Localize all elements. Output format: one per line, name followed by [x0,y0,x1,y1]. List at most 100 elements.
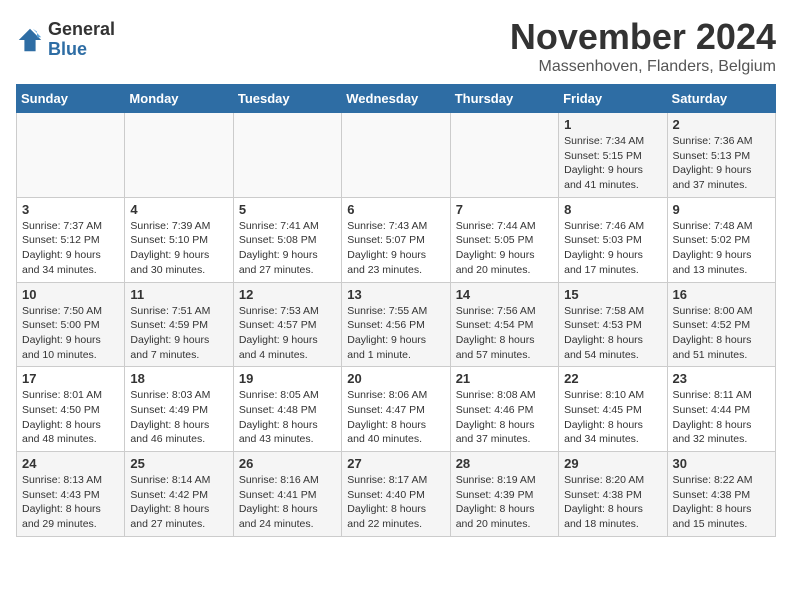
day-info: Sunrise: 8:13 AM Sunset: 4:43 PM Dayligh… [22,473,119,532]
day-info: Sunrise: 8:14 AM Sunset: 4:42 PM Dayligh… [130,473,227,532]
day-number: 4 [130,202,227,217]
day-info: Sunrise: 7:53 AM Sunset: 4:57 PM Dayligh… [239,304,336,363]
weekday-header-cell: Wednesday [342,85,450,113]
calendar-day-cell: 16Sunrise: 8:00 AM Sunset: 4:52 PM Dayli… [667,282,775,367]
calendar-day-cell: 13 Sunrise: 7:55 AM Sunset: 4:56 PM Dayli… [342,282,450,367]
day-number: 13 [347,287,444,302]
calendar-day-cell: 25 Sunrise: 8:14 AM Sunset: 4:42 PM Dayli… [125,452,233,537]
day-info: Sunrise: 8:11 AM Sunset: 4:44 PM Dayligh… [673,388,770,447]
weekday-header-cell: Tuesday [233,85,341,113]
day-info: Sunrise: 7:46 AM Sunset: 5:03 PM Dayligh… [564,219,661,278]
calendar-week-row: 1 Sunrise: 7:34 AM Sunset: 5:15 PM Daylig… [17,113,776,198]
calendar-day-cell: 2Sunrise: 7:36 AM Sunset: 5:13 PM Daylig… [667,113,775,198]
calendar-day-cell: 4Sunrise: 7:39 AM Sunset: 5:10 PM Daylig… [125,197,233,282]
weekday-header-cell: Thursday [450,85,558,113]
day-number: 23 [673,371,770,386]
calendar-day-cell: 21 Sunrise: 8:08 AM Sunset: 4:46 PM Dayli… [450,367,558,452]
day-info: Sunrise: 8:16 AM Sunset: 4:41 PM Dayligh… [239,473,336,532]
day-number: 27 [347,456,444,471]
calendar-day-cell [17,113,125,198]
weekday-header-row: SundayMondayTuesdayWednesdayThursdayFrid… [17,85,776,113]
day-info: Sunrise: 8:00 AM Sunset: 4:52 PM Dayligh… [673,304,770,363]
calendar-day-cell: 29Sunrise: 8:20 AM Sunset: 4:38 PM Dayli… [559,452,667,537]
title-section: November 2024 Massenhoven, Flanders, Bel… [510,16,776,76]
day-number: 26 [239,456,336,471]
calendar-day-cell: 23 Sunrise: 8:11 AM Sunset: 4:44 PM Dayli… [667,367,775,452]
day-number: 15 [564,287,661,302]
day-number: 2 [673,117,770,132]
calendar-day-cell: 14Sunrise: 7:56 AM Sunset: 4:54 PM Dayli… [450,282,558,367]
day-number: 5 [239,202,336,217]
day-info: Sunrise: 7:44 AM Sunset: 5:05 PM Dayligh… [456,219,553,278]
calendar-day-cell: 11Sunrise: 7:51 AM Sunset: 4:59 PM Dayli… [125,282,233,367]
day-info: Sunrise: 7:37 AM Sunset: 5:12 PM Dayligh… [22,219,119,278]
day-number: 3 [22,202,119,217]
day-info: Sunrise: 7:50 AM Sunset: 5:00 PM Dayligh… [22,304,119,363]
day-info: Sunrise: 8:19 AM Sunset: 4:39 PM Dayligh… [456,473,553,532]
day-info: Sunrise: 7:58 AM Sunset: 4:53 PM Dayligh… [564,304,661,363]
calendar-day-cell: 19 Sunrise: 8:05 AM Sunset: 4:48 PM Dayli… [233,367,341,452]
logo: General Blue [16,20,115,60]
weekday-header-cell: Friday [559,85,667,113]
day-number: 29 [564,456,661,471]
calendar-week-row: 10 Sunrise: 7:50 AM Sunset: 5:00 PM Dayli… [17,282,776,367]
day-number: 28 [456,456,553,471]
calendar-day-cell: 20 Sunrise: 8:06 AM Sunset: 4:47 PM Dayli… [342,367,450,452]
logo-text: General Blue [48,20,115,60]
day-info: Sunrise: 7:43 AM Sunset: 5:07 PM Dayligh… [347,219,444,278]
calendar-day-cell: 26 Sunrise: 8:16 AM Sunset: 4:41 PM Dayli… [233,452,341,537]
calendar-day-cell: 24Sunrise: 8:13 AM Sunset: 4:43 PM Dayli… [17,452,125,537]
day-number: 7 [456,202,553,217]
day-info: Sunrise: 7:34 AM Sunset: 5:15 PM Dayligh… [564,134,661,193]
day-info: Sunrise: 8:10 AM Sunset: 4:45 PM Dayligh… [564,388,661,447]
calendar-day-cell: 7 Sunrise: 7:44 AM Sunset: 5:05 PM Daylig… [450,197,558,282]
calendar-table: SundayMondayTuesdayWednesdayThursdayFrid… [16,84,776,537]
calendar-day-cell [342,113,450,198]
day-number: 19 [239,371,336,386]
logo-icon [16,26,44,54]
day-number: 25 [130,456,227,471]
calendar-day-cell: 22Sunrise: 8:10 AM Sunset: 4:45 PM Dayli… [559,367,667,452]
day-info: Sunrise: 8:05 AM Sunset: 4:48 PM Dayligh… [239,388,336,447]
day-number: 6 [347,202,444,217]
day-number: 21 [456,371,553,386]
day-number: 20 [347,371,444,386]
calendar-day-cell [450,113,558,198]
calendar-day-cell: 27 Sunrise: 8:17 AM Sunset: 4:40 PM Dayli… [342,452,450,537]
day-number: 9 [673,202,770,217]
day-info: Sunrise: 7:55 AM Sunset: 4:56 PM Dayligh… [347,304,444,363]
calendar-body: 1 Sunrise: 7:34 AM Sunset: 5:15 PM Daylig… [17,113,776,537]
calendar-week-row: 17 Sunrise: 8:01 AM Sunset: 4:50 PM Dayli… [17,367,776,452]
day-info: Sunrise: 8:22 AM Sunset: 4:38 PM Dayligh… [673,473,770,532]
day-number: 8 [564,202,661,217]
weekday-header-cell: Sunday [17,85,125,113]
calendar-day-cell: 12 Sunrise: 7:53 AM Sunset: 4:57 PM Dayli… [233,282,341,367]
calendar-day-cell: 6 Sunrise: 7:43 AM Sunset: 5:07 PM Daylig… [342,197,450,282]
day-info: Sunrise: 7:56 AM Sunset: 4:54 PM Dayligh… [456,304,553,363]
calendar-day-cell [233,113,341,198]
calendar-day-cell: 18 Sunrise: 8:03 AM Sunset: 4:49 PM Dayli… [125,367,233,452]
day-info: Sunrise: 7:41 AM Sunset: 5:08 PM Dayligh… [239,219,336,278]
day-number: 18 [130,371,227,386]
day-number: 12 [239,287,336,302]
calendar-day-cell: 8 Sunrise: 7:46 AM Sunset: 5:03 PM Daylig… [559,197,667,282]
day-info: Sunrise: 8:01 AM Sunset: 4:50 PM Dayligh… [22,388,119,447]
calendar-week-row: 24Sunrise: 8:13 AM Sunset: 4:43 PM Dayli… [17,452,776,537]
calendar-day-cell: 30Sunrise: 8:22 AM Sunset: 4:38 PM Dayli… [667,452,775,537]
day-number: 17 [22,371,119,386]
day-number: 10 [22,287,119,302]
calendar-day-cell: 28 Sunrise: 8:19 AM Sunset: 4:39 PM Dayli… [450,452,558,537]
weekday-header-cell: Monday [125,85,233,113]
month-title: November 2024 [510,16,776,58]
day-info: Sunrise: 8:17 AM Sunset: 4:40 PM Dayligh… [347,473,444,532]
logo-blue-text: Blue [48,40,115,60]
weekday-header-cell: Saturday [667,85,775,113]
day-number: 1 [564,117,661,132]
calendar-day-cell: 3 Sunrise: 7:37 AM Sunset: 5:12 PM Daylig… [17,197,125,282]
day-info: Sunrise: 8:06 AM Sunset: 4:47 PM Dayligh… [347,388,444,447]
calendar-day-cell: 10 Sunrise: 7:50 AM Sunset: 5:00 PM Dayli… [17,282,125,367]
day-info: Sunrise: 8:03 AM Sunset: 4:49 PM Dayligh… [130,388,227,447]
calendar-day-cell: 9Sunrise: 7:48 AM Sunset: 5:02 PM Daylig… [667,197,775,282]
day-info: Sunrise: 8:08 AM Sunset: 4:46 PM Dayligh… [456,388,553,447]
logo-general-text: General [48,20,115,40]
